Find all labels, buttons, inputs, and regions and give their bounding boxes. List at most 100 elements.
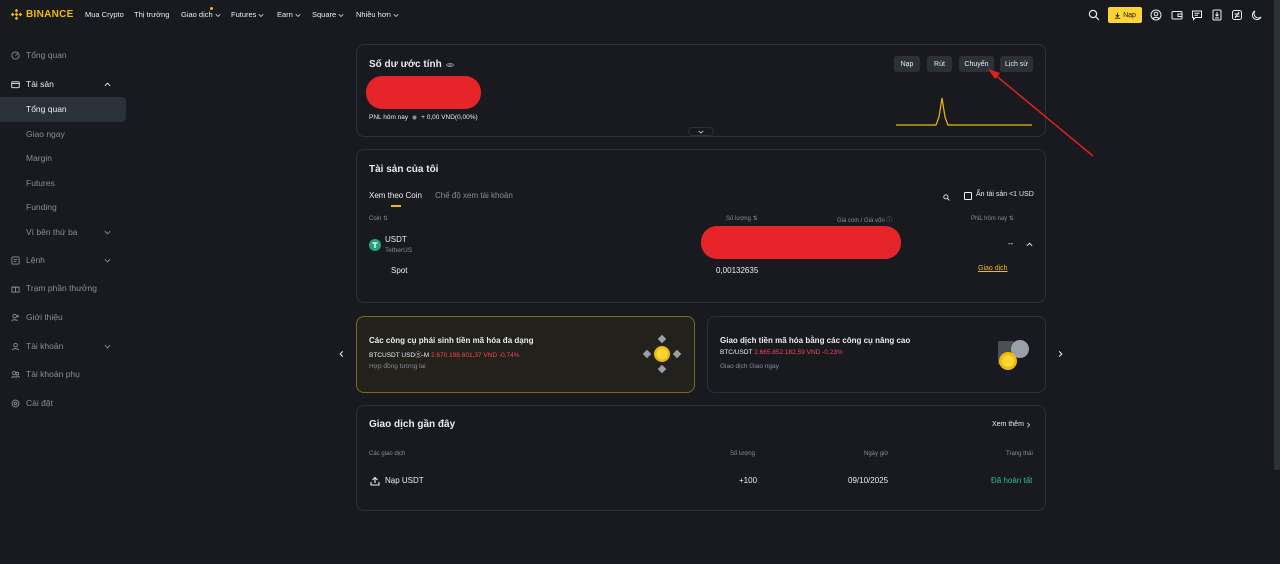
nav-trade[interactable]: Giao dịch bbox=[181, 7, 221, 19]
transaction-amount: +100 bbox=[739, 476, 758, 485]
header-amount-label: Số lượng bbox=[726, 216, 751, 222]
sidebar-sub-funding[interactable]: Funding bbox=[26, 202, 57, 212]
chevron-down-icon bbox=[338, 13, 344, 17]
nav-markets[interactable]: Thị trường bbox=[134, 10, 169, 19]
chevron-down-icon bbox=[215, 13, 221, 17]
page-scrollbar[interactable] bbox=[1274, 0, 1280, 470]
see-more-link[interactable]: Xem thêm bbox=[992, 421, 1031, 428]
nav-earn[interactable]: Earn bbox=[277, 10, 301, 19]
promo-price: 2.670.198.601,37 VND -0,74% bbox=[431, 352, 520, 359]
notification-dot bbox=[210, 7, 213, 10]
pnl-today: PNL hôm nay + 0,00 VND(0,00%) bbox=[369, 114, 478, 121]
nav-label: Thị trường bbox=[134, 10, 170, 19]
nav-label: Square bbox=[312, 10, 337, 19]
nav-buy-crypto[interactable]: Mua Crypto bbox=[85, 10, 124, 19]
deposit-button[interactable]: Nạp bbox=[894, 56, 920, 72]
chevron-up-icon[interactable] bbox=[1026, 241, 1033, 248]
transaction-status: Đã hoàn tất bbox=[991, 476, 1033, 485]
nav-label: Nhiều hơn bbox=[356, 10, 391, 19]
header-status: Trạng thái bbox=[1006, 451, 1033, 457]
sidebar-item-assets[interactable]: Tài sản bbox=[11, 72, 54, 96]
sidebar-item-referral[interactable]: Giới thiệu bbox=[11, 305, 63, 329]
chevron-down-icon[interactable] bbox=[104, 257, 111, 264]
sidebar-item-sub-account[interactable]: Tài khoản phụ bbox=[11, 362, 80, 386]
chevron-down-icon bbox=[393, 13, 399, 17]
sidebar-item-label: Lệnh bbox=[26, 255, 45, 265]
transaction-type: Nạp USDT bbox=[385, 476, 424, 485]
app-download-icon[interactable] bbox=[1211, 9, 1223, 21]
recent-transactions-card: Giao dịch gần đây Xem thêm Các giao dịch… bbox=[356, 405, 1046, 511]
header-price[interactable]: Giá coin / Giá vốn ⓘ bbox=[837, 215, 892, 224]
chevron-down-icon[interactable] bbox=[104, 343, 111, 350]
sidebar-item-settings[interactable]: Cài đặt bbox=[11, 391, 53, 415]
sidebar-sub-spot[interactable]: Giao ngay bbox=[26, 129, 65, 139]
recent-title: Giao dịch gần đây bbox=[369, 419, 456, 430]
header-amount[interactable]: Số lượng ⇅ bbox=[726, 215, 758, 222]
trade-link[interactable]: Giao dịch bbox=[978, 265, 1008, 272]
assets-title: Tài sản của tôi bbox=[369, 164, 439, 175]
sidebar-sub-third-party-wallet[interactable]: Ví bên thứ ba bbox=[26, 227, 78, 237]
info-icon[interactable] bbox=[412, 115, 417, 120]
header-coin[interactable]: Coin ⇅ bbox=[369, 215, 388, 222]
sidebar-item-account[interactable]: Tài khoản bbox=[11, 334, 63, 358]
upload-icon bbox=[370, 476, 380, 486]
promo-pair: BTCUSDT USDⓈ-M bbox=[369, 352, 430, 359]
header-pnl[interactable]: PNL hôm nay ⇅ bbox=[971, 215, 1014, 222]
eye-icon[interactable] bbox=[445, 61, 454, 69]
promo-pair: BTC/USDT bbox=[720, 349, 753, 356]
users-icon bbox=[11, 370, 20, 378]
spot-coins-illustration-icon bbox=[998, 340, 1029, 370]
withdraw-button[interactable]: Rút bbox=[927, 56, 952, 72]
tab-by-coin[interactable]: Xem theo Coin bbox=[369, 191, 422, 200]
chevron-down-icon bbox=[258, 13, 264, 17]
tab-by-account[interactable]: Chế độ xem tài khoản bbox=[435, 191, 513, 200]
balance-title: Số dư ước tính bbox=[369, 59, 442, 70]
search-icon[interactable] bbox=[1088, 9, 1100, 21]
nav-square[interactable]: Square bbox=[312, 10, 344, 19]
orders-icon bbox=[11, 255, 20, 265]
see-more-label: Xem thêm bbox=[992, 421, 1024, 428]
chevron-up-icon[interactable] bbox=[104, 81, 111, 88]
sidebar-item-label: Tài khoản bbox=[26, 341, 64, 351]
wallet-icon[interactable] bbox=[1171, 9, 1183, 21]
header-deposit-button[interactable]: Nạp bbox=[1108, 7, 1142, 23]
sidebar-item-orders[interactable]: Lệnh bbox=[11, 248, 45, 272]
header-pnl-label: PNL hôm nay bbox=[971, 216, 1008, 222]
nav-futures[interactable]: Futures bbox=[231, 10, 264, 19]
promo-card-spot[interactable]: Giao dịch tiền mã hóa bằng các công cụ n… bbox=[707, 316, 1046, 393]
sidebar-item-overview[interactable]: Tổng quan bbox=[11, 43, 67, 67]
sidebar-item-label: Tài khoản phụ bbox=[26, 369, 80, 379]
asset-name: TetherUS bbox=[385, 247, 413, 254]
nav-label: Earn bbox=[277, 10, 293, 19]
brand-name: BINANCE bbox=[26, 9, 74, 20]
carousel-next-icon[interactable] bbox=[1057, 350, 1064, 358]
carousel-prev-icon[interactable] bbox=[338, 350, 345, 358]
dark-mode-moon-icon[interactable] bbox=[1251, 9, 1263, 21]
nav-more[interactable]: Nhiều hơn bbox=[356, 10, 399, 19]
expand-toggle[interactable] bbox=[688, 127, 714, 136]
promo-card-futures[interactable]: Các công cụ phái sinh tiền mã hóa đa dạn… bbox=[356, 316, 695, 393]
message-icon[interactable] bbox=[1191, 9, 1203, 21]
nav-label: Giao dịch bbox=[181, 10, 213, 19]
hide-small-checkbox[interactable] bbox=[964, 192, 972, 200]
chevron-down-icon bbox=[698, 130, 704, 134]
search-icon[interactable] bbox=[943, 194, 950, 201]
add-user-icon bbox=[11, 313, 20, 321]
sidebar-sub-margin[interactable]: Margin bbox=[26, 153, 52, 163]
sidebar-item-rewards-hub[interactable]: Trạm phần thưởng bbox=[11, 276, 97, 300]
binance-logo[interactable]: BINANCE bbox=[11, 9, 74, 20]
language-globe-icon[interactable] bbox=[1231, 9, 1243, 21]
annotation-arrow bbox=[988, 69, 1094, 157]
redacted-balance-mark bbox=[366, 76, 481, 109]
asset-pnl: -- bbox=[1008, 239, 1014, 248]
promo-title: Giao dịch tiền mã hóa bằng các công cụ n… bbox=[720, 336, 911, 345]
sidebar-sub-futures[interactable]: Futures bbox=[26, 178, 55, 188]
profile-icon[interactable] bbox=[1150, 9, 1162, 21]
sidebar-sub-overview[interactable]: Tổng quan bbox=[26, 104, 67, 114]
gear-icon bbox=[11, 399, 20, 407]
chevron-down-icon[interactable] bbox=[104, 229, 111, 236]
download-icon bbox=[1114, 12, 1121, 19]
header-coin-label: Coin bbox=[369, 216, 382, 222]
promo-subtitle: Hợp đồng tương lai bbox=[369, 363, 426, 370]
header-datetime: Ngày giờ bbox=[864, 451, 889, 457]
